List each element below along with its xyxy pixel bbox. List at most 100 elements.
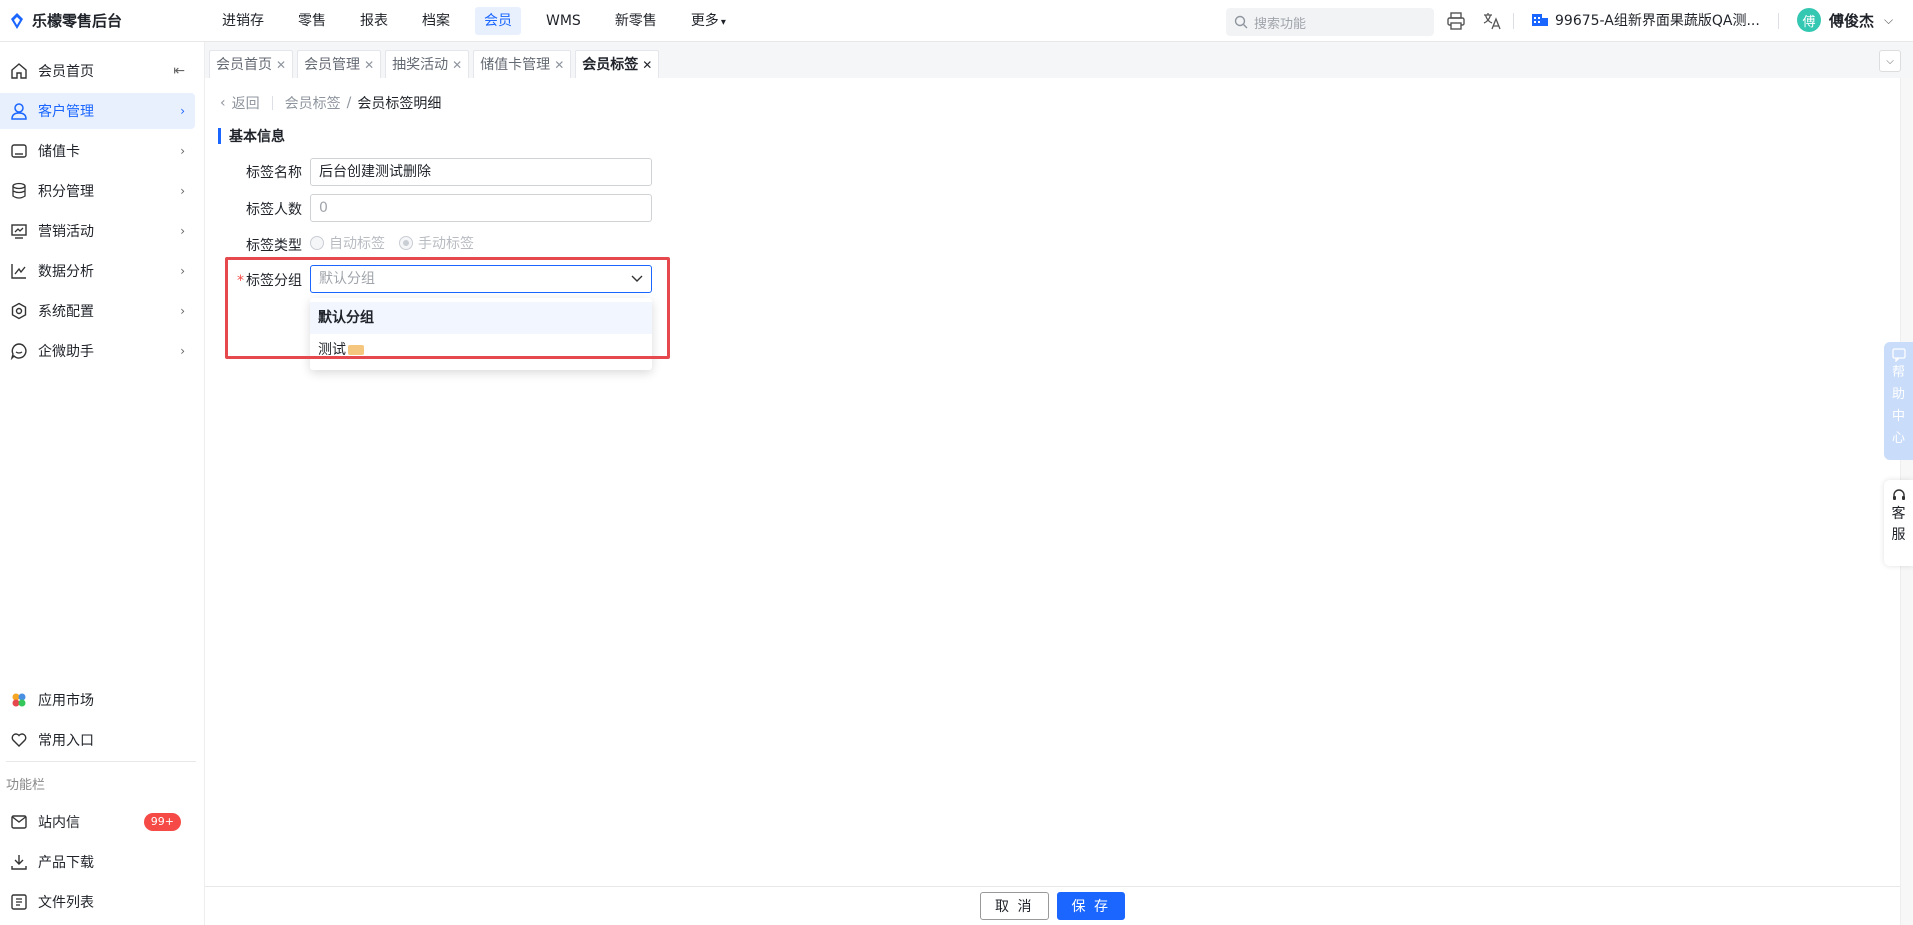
topnav-item-wms[interactable]: WMS: [537, 7, 590, 35]
file-list-icon: [10, 893, 28, 911]
cs-char: 服: [1891, 527, 1906, 543]
page-tabs: 会员首页 ✕ 会员管理 ✕ 抽奖活动 ✕ 储值卡管理 ✕ 会员标签 ✕ ⌵: [205, 42, 1913, 78]
sidebar-item-label: 企微助手: [38, 344, 94, 360]
tabs-overflow-chevron-icon[interactable]: ⌵: [1879, 50, 1901, 72]
sidebar-item-label: 储值卡: [38, 144, 80, 160]
tab-lottery[interactable]: 抽奖活动 ✕: [385, 50, 470, 79]
user-menu[interactable]: 傅 傅俊杰 ⌵: [1797, 8, 1893, 32]
breadcrumb-current: 会员标签明细: [357, 96, 442, 112]
sidebar-item-wecom-assistant[interactable]: 企微助手 ›: [0, 333, 195, 369]
topnav-item-xinlingshou[interactable]: 新零售: [606, 7, 666, 35]
close-icon[interactable]: ✕: [642, 51, 652, 79]
heart-icon: [10, 731, 28, 749]
topnav-item-dangan[interactable]: 档案: [413, 7, 459, 35]
tab-label: 会员标签: [582, 56, 639, 73]
sidebar-item-label: 会员首页: [38, 64, 94, 80]
chevron-right-icon: ›: [180, 344, 185, 358]
back-link[interactable]: ‹ 返回: [220, 93, 260, 113]
radio-circle: [310, 236, 324, 250]
top-nav: 进销存 零售 报表 档案 会员 WMS 新零售 更多 ▾: [205, 0, 743, 42]
close-icon[interactable]: ✕: [452, 51, 462, 79]
chevron-right-icon: ›: [180, 224, 185, 238]
tag-type-radio-group: 自动标签 手动标签: [310, 233, 488, 253]
store-selector[interactable]: 99675-A组新界面果蔬版QA测...: [1531, 10, 1760, 30]
cs-char: 客: [1891, 506, 1906, 522]
main-content: ‹ 返回 会员标签 / 会员标签明细 基本信息 标签名称 后台创建测试删除 标签人…: [205, 78, 1900, 886]
tab-member-home[interactable]: 会员首页 ✕: [209, 50, 294, 79]
tag-name-field[interactable]: 后台创建测试删除: [310, 158, 652, 186]
sidebar-item-member-home[interactable]: 会员首页 ⇤: [0, 53, 195, 89]
database-icon: [10, 182, 28, 200]
tag-count-label: 标签人数: [246, 202, 302, 218]
tag-count-field[interactable]: 0: [310, 194, 652, 222]
search-icon: [1234, 15, 1248, 29]
tab-member-management[interactable]: 会员管理 ✕: [297, 50, 382, 79]
breadcrumb-parent[interactable]: 会员标签: [285, 93, 341, 113]
sidebar-item-stored-value-card[interactable]: 储值卡 ›: [0, 133, 195, 169]
chat-icon: [10, 342, 28, 360]
close-icon[interactable]: ✕: [554, 51, 564, 79]
mail-icon: [10, 813, 28, 831]
sidebar-item-label: 数据分析: [38, 264, 94, 280]
sidebar-item-product-download[interactable]: 产品下载: [0, 844, 195, 880]
top-bar: 乐檬零售后台 进销存 零售 报表 档案 会员 WMS 新零售 更多 ▾ 搜索功能 …: [0, 0, 1913, 42]
radio-circle-checked: [399, 236, 413, 250]
translate-icon[interactable]: [1482, 11, 1502, 31]
radio-manual-tag[interactable]: 手动标签: [399, 233, 474, 253]
brand[interactable]: 乐檬零售后台: [0, 10, 205, 31]
tag-type-label: 标签类型: [246, 238, 302, 254]
tab-label: 会员管理: [304, 56, 361, 73]
help-char: 心: [1891, 431, 1905, 446]
radio-label: 手动标签: [418, 236, 474, 252]
breadcrumb-divider: [271, 96, 273, 110]
sidebar-item-system-config[interactable]: 系统配置 ›: [0, 293, 195, 329]
save-button[interactable]: 保 存: [1056, 892, 1125, 920]
close-icon[interactable]: ✕: [276, 51, 286, 79]
sidebar-item-marketing[interactable]: 营销活动 ›: [0, 213, 195, 249]
chevron-down-icon: ⌵: [1884, 12, 1894, 27]
close-icon[interactable]: ✕: [364, 51, 374, 79]
cancel-button[interactable]: 取 消: [980, 892, 1049, 920]
sidebar-item-label: 系统配置: [38, 304, 94, 320]
breadcrumb-slash: /: [346, 95, 352, 111]
topnav-item-more[interactable]: 更多 ▾: [682, 7, 735, 35]
printer-icon[interactable]: [1446, 11, 1466, 31]
sidebar-item-customer[interactable]: 客户管理 ›: [0, 93, 195, 129]
help-char: 助: [1891, 387, 1905, 402]
tab-member-tags[interactable]: 会员标签 ✕: [575, 50, 660, 79]
sidebar-item-points[interactable]: 积分管理 ›: [0, 173, 195, 209]
help-center-float[interactable]: 帮 助 中 心: [1884, 342, 1913, 460]
highlight-annotation-box: [225, 257, 670, 359]
sidebar-item-data-analysis[interactable]: 数据分析 ›: [0, 253, 195, 289]
sidebar-item-label: 营销活动: [38, 224, 94, 240]
chevron-right-icon: ›: [180, 144, 185, 158]
topnav-item-jinxiaocun[interactable]: 进销存: [213, 7, 273, 35]
collapse-sidebar-icon[interactable]: ⇤: [173, 63, 185, 79]
topnav-item-huiyuan[interactable]: 会员: [475, 6, 521, 35]
help-char: 帮: [1891, 365, 1905, 380]
topnav-item-lingshou[interactable]: 零售: [289, 7, 335, 35]
sidebar-item-file-list[interactable]: 文件列表: [0, 884, 195, 920]
back-label: 返回: [231, 96, 260, 112]
function-bar-caption: 功能栏: [6, 778, 46, 793]
search-input[interactable]: 搜索功能: [1226, 8, 1434, 36]
sidebar-item-app-market[interactable]: 应用市场: [0, 682, 195, 718]
chart-line-icon: [10, 262, 28, 280]
section-accent-bar: [218, 128, 221, 144]
sidebar-item-messages[interactable]: 站内信 99+: [0, 804, 195, 840]
tab-stored-card-management[interactable]: 储值卡管理 ✕: [473, 50, 572, 79]
sidebar-item-favorites[interactable]: 常用入口: [0, 722, 195, 758]
radio-auto-tag[interactable]: 自动标签: [310, 233, 385, 253]
topnav-item-baobiao[interactable]: 报表: [351, 7, 397, 35]
sidebar-item-label: 文件列表: [38, 895, 94, 911]
section-title: 基本信息: [218, 126, 285, 146]
chevron-right-icon: ›: [180, 104, 185, 118]
toolbar-divider: [1513, 13, 1514, 29]
avatar: 傅: [1797, 8, 1821, 32]
customer-service-float[interactable]: 客 服: [1884, 480, 1913, 566]
user-icon: [10, 102, 28, 120]
sidebar-item-label: 产品下载: [38, 855, 94, 871]
form-footer: 取 消 保 存: [205, 886, 1900, 925]
sidebar-item-label: 应用市场: [38, 693, 94, 709]
presentation-icon: [10, 222, 28, 240]
